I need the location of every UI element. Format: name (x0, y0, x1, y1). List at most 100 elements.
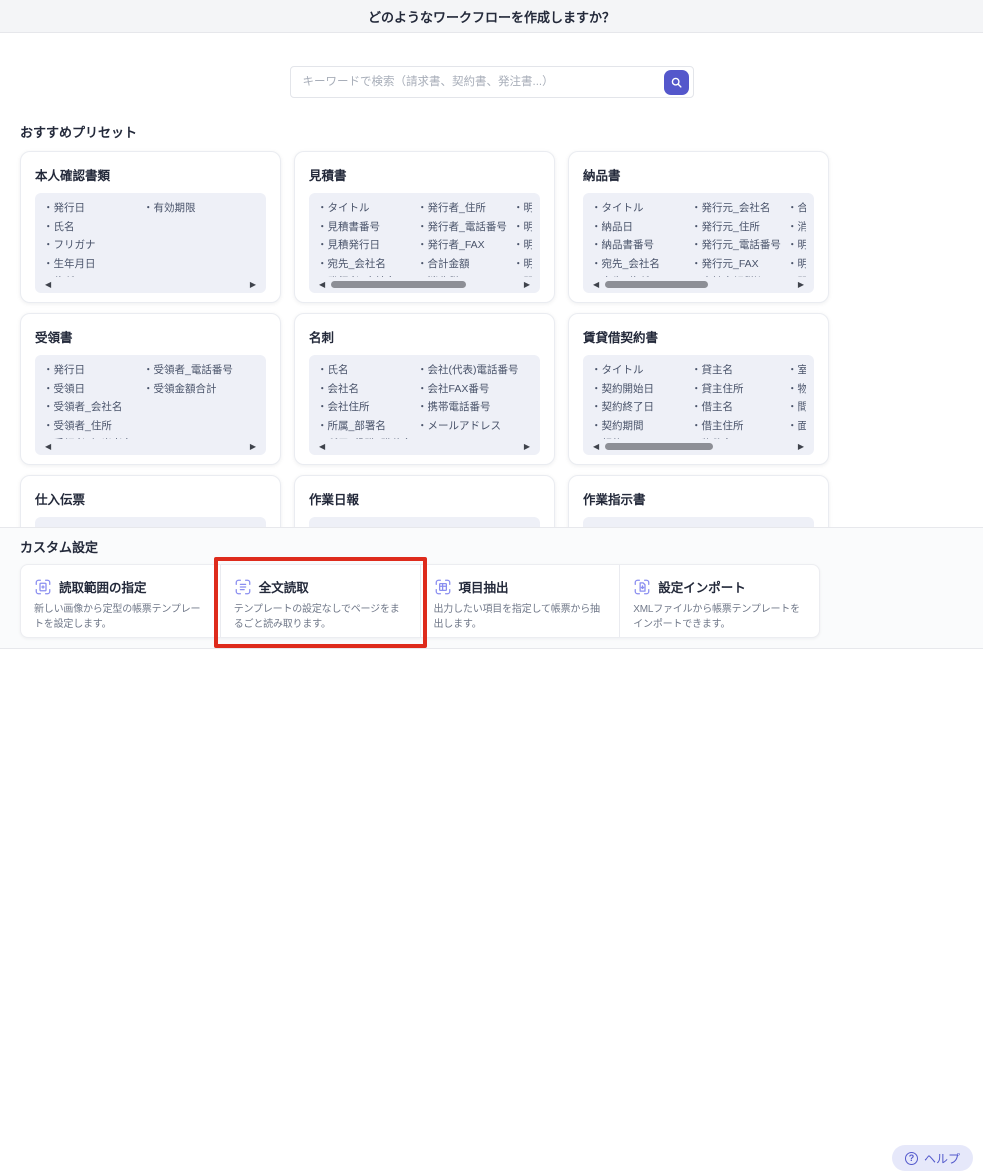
preset-field: 貸主住所 (691, 380, 787, 399)
preset-card-title: 賃貸借契約書 (583, 327, 814, 346)
scroll-left-icon[interactable]: ◀ (319, 281, 325, 289)
preset-card[interactable]: 本人確認書類発行日氏名フリガナ生年月日住所有効期限◀▶ (20, 151, 281, 303)
preset-field: 合計金額 (417, 255, 513, 274)
preset-field: 明細 (513, 273, 532, 277)
custom-option-item[interactable]: 設定インポートXMLファイルから帳票テンプレートをインポートできます。 (619, 565, 819, 637)
preset-field-area: タイトル契約開始日契約終了日契約期間契約日貸主名貸主住所借主名借主住所物件名室番… (583, 355, 814, 455)
scroll-left-icon[interactable]: ◀ (319, 443, 325, 451)
scroll-left-icon[interactable]: ◀ (593, 443, 599, 451)
preset-field: 宛先_会社名 (591, 255, 691, 274)
preset-field: 会社名 (317, 380, 417, 399)
search-box (290, 66, 694, 98)
custom-option-head: 全文読取 (234, 577, 407, 596)
scroll-right-icon[interactable]: ▶ (250, 443, 256, 451)
presets-heading: おすすめプリセット (20, 122, 137, 141)
preset-field: 消費 (787, 218, 806, 237)
preset-field-column: 貸主名貸主住所借主名借主住所物件名 (691, 361, 787, 439)
preset-card[interactable]: 見積書タイトル見積書番号見積発行日宛先_会社名発行者_会社名発行者_住所発行者_… (294, 151, 555, 303)
settings-import-icon (633, 578, 651, 596)
preset-field-area: 氏名会社名会社住所所属_部署名所属_役職_職位名会社(代表)電話番号会社FAX番… (309, 355, 540, 455)
preset-field-columns: タイトル納品日納品書番号宛先_会社名宛先_住所発行元_会社名発行元_住所発行元_… (591, 199, 806, 277)
preset-field-column: 会社(代表)電話番号会社FAX番号携帯電話番号メールアドレスURL (417, 361, 513, 439)
preset-field: 宛先_会社名 (317, 255, 417, 274)
custom-option-head: 読取範囲の指定 (34, 577, 207, 596)
scroll-thumb[interactable] (331, 281, 465, 288)
page-header: どのようなワークフローを作成しますか？ (0, 0, 983, 33)
preset-field: フリガナ (43, 236, 143, 255)
preset-field: 契約日 (591, 435, 691, 439)
preset-field-column: 発行者_住所発行者_電話番号発行者_FAX合計金額消費税 (417, 199, 513, 277)
preset-field: 貸主名 (691, 361, 787, 380)
scroll-right-icon[interactable]: ▶ (524, 281, 530, 289)
scroll-thumb[interactable] (605, 281, 708, 288)
scroll-left-icon[interactable]: ◀ (593, 281, 599, 289)
scan-range-icon (34, 578, 52, 596)
scroll-track[interactable] (331, 281, 518, 288)
scroll-track[interactable] (605, 281, 792, 288)
card-scrollbar[interactable]: ◀▶ (591, 278, 806, 291)
card-scrollbar[interactable]: ◀▶ (317, 278, 532, 291)
custom-option-highlighted[interactable]: 全文読取テンプレートの設定なしでページをまるごと読み取ります。 (220, 565, 420, 637)
scroll-right-icon[interactable]: ▶ (798, 281, 804, 289)
preset-field: 受領者_会社名 (43, 398, 143, 417)
scroll-right-icon[interactable]: ▶ (524, 443, 530, 451)
preset-field: 物件 (787, 380, 806, 399)
preset-field: タイトル (317, 199, 417, 218)
preset-field: 会社(代表)電話番号 (417, 361, 513, 380)
custom-option-description: 新しい画像から定型の帳票テンプレートを設定します。 (34, 602, 207, 632)
preset-card[interactable]: 賃貸借契約書タイトル契約開始日契約終了日契約期間契約日貸主名貸主住所借主名借主住… (568, 313, 829, 465)
scroll-track[interactable] (331, 443, 518, 450)
card-scrollbar[interactable]: ◀▶ (317, 440, 532, 453)
scroll-right-icon[interactable]: ▶ (798, 443, 804, 451)
preset-field: 氏名 (43, 218, 143, 237)
card-scrollbar[interactable]: ◀▶ (43, 278, 258, 291)
preset-field-column: 氏名会社名会社住所所属_部署名所属_役職_職位名 (317, 361, 417, 439)
custom-settings-heading: カスタム設定 (20, 537, 98, 556)
scroll-left-icon[interactable]: ◀ (45, 443, 51, 451)
preset-field: 宛先_住所 (591, 273, 691, 277)
preset-field-columns: タイトル見積書番号見積発行日宛先_会社名発行者_会社名発行者_住所発行者_電話番… (317, 199, 532, 277)
help-button[interactable]: ? ヘルプ (892, 1145, 973, 1171)
preset-field: 面積 (787, 417, 806, 436)
scroll-thumb[interactable] (605, 443, 713, 450)
preset-card[interactable]: 受領書発行日受領日受領者_会社名受領者_住所受領者_担当者名受領者_電話番号受領… (20, 313, 281, 465)
custom-option-item[interactable]: 項目抽出出力したい項目を指定して帳票から抽出します。 (420, 565, 620, 637)
preset-card[interactable]: 名刺氏名会社名会社住所所属_部署名所属_役職_職位名会社(代表)電話番号会社FA… (294, 313, 555, 465)
preset-field-area: 発行日氏名フリガナ生年月日住所有効期限◀▶ (35, 193, 266, 293)
preset-field: 合計金額税込 (691, 273, 787, 277)
card-scrollbar[interactable]: ◀▶ (591, 440, 806, 453)
preset-field-column: 発行日氏名フリガナ生年月日住所 (43, 199, 143, 277)
preset-field: 発行元_FAX (691, 255, 787, 274)
preset-field-area: タイトル見積書番号見積発行日宛先_会社名発行者_会社名発行者_住所発行者_電話番… (309, 193, 540, 293)
preset-field-column: 発行元_会社名発行元_住所発行元_電話番号発行元_FAX合計金額税込 (691, 199, 787, 277)
preset-field-columns: 発行日受領日受領者_会社名受領者_住所受領者_担当者名受領者_電話番号受領金額合… (43, 361, 258, 439)
card-scrollbar[interactable]: ◀▶ (43, 440, 258, 453)
scroll-track[interactable] (57, 281, 244, 288)
page-title: どのようなワークフローを作成しますか？ (368, 7, 615, 26)
preset-field: 借主名 (691, 398, 787, 417)
preset-card-title: 納品書 (583, 165, 814, 184)
scroll-right-icon[interactable]: ▶ (250, 281, 256, 289)
scroll-track[interactable] (605, 443, 792, 450)
search-button[interactable] (664, 70, 689, 95)
custom-option-description: 出力したい項目を指定して帳票から抽出します。 (434, 602, 607, 632)
preset-field: 受領者_住所 (43, 417, 143, 436)
full-text-scan-icon (234, 578, 252, 596)
scroll-track[interactable] (57, 443, 244, 450)
preset-card[interactable]: 納品書タイトル納品日納品書番号宛先_会社名宛先_住所発行元_会社名発行元_住所発… (568, 151, 829, 303)
preset-field: 消費税 (417, 273, 513, 277)
preset-field: 面積 (787, 435, 806, 439)
preset-field: 発行者_電話番号 (417, 218, 513, 237)
preset-field: 発行者_FAX (417, 236, 513, 255)
scroll-left-icon[interactable]: ◀ (45, 281, 51, 289)
preset-field-column: 室番物件間取面積面積 (787, 361, 806, 439)
search-input[interactable] (291, 67, 663, 97)
preset-card-title: 本人確認書類 (35, 165, 266, 184)
preset-field: 受領者_担当者名 (43, 435, 143, 439)
preset-field: 納品日 (591, 218, 691, 237)
preset-field: 発行者_住所 (417, 199, 513, 218)
preset-field: 会社FAX番号 (417, 380, 513, 399)
preset-card-title: 受領書 (35, 327, 266, 346)
custom-option-item[interactable]: 読取範囲の指定新しい画像から定型の帳票テンプレートを設定します。 (21, 565, 220, 637)
preset-field-area: 発行日受領日受領者_会社名受領者_住所受領者_担当者名受領者_電話番号受領金額合… (35, 355, 266, 455)
